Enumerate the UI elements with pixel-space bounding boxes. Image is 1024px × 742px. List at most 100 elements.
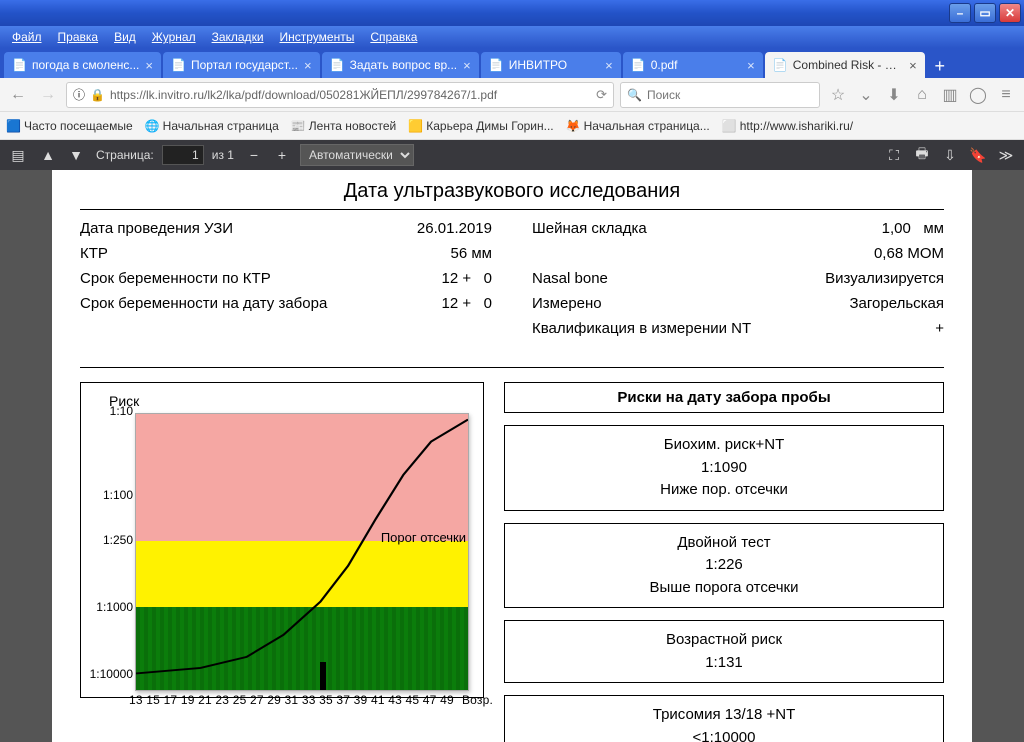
pdf-page: Дата ультразвукового исследования Дата п… [52,170,972,742]
age-marker [320,662,326,690]
y-tick: 1:250 [103,533,133,547]
pdf-viewport[interactable]: Дата ультразвукового исследования Дата п… [0,170,1024,742]
tab-label: ИНВИТРО [509,58,599,72]
maximize-button[interactable]: ▭ [974,3,996,23]
menu-edit[interactable]: Правка [50,30,107,44]
section-title: Дата ультразвукового исследования [80,170,944,209]
x-axis: 13 15 17 19 21 23 25 27 29 31 33 35 37 3… [129,693,459,707]
bookmark-favicon: 📰 [291,119,305,133]
bookmark-label: Лента новостей [309,119,397,133]
toolbar-icons: ☆ ⌄ ⬇ ⌂ ▥ ◯ ≡ [826,83,1018,107]
browser-menubar: Файл Правка Вид Журнал Закладки Инструме… [0,26,1024,48]
bookmark-item[interactable]: 🟨Карьера Димы Горин... [408,119,553,133]
y-tick: 1:1000 [96,600,133,614]
data-row: Дата проведения УЗИ26.01.2019 [80,216,492,241]
pdf-fullscreen-icon[interactable]: ⛶ [884,145,904,165]
forward-button[interactable]: → [36,83,60,107]
pocket-icon[interactable]: ⌄ [854,83,878,107]
tab-label: Combined Risk - 1.pdf [793,58,903,72]
info-icon[interactable]: ⓘ [73,86,85,103]
back-button[interactable]: ← [6,83,30,107]
y-tick: 1:100 [103,488,133,502]
tab[interactable]: 📄Портал государст...× [163,52,320,78]
data-key: Срок беременности на дату забора [80,295,442,312]
data-value: 12 + 0 [442,295,492,312]
data-value: 56 мм [451,245,492,262]
tab[interactable]: 📄погода в смоленс...× [4,52,161,78]
data-row: Nasal boneВизуализируется [532,266,944,291]
menu-bookmarks[interactable]: Закладки [204,30,272,44]
tab-close-icon[interactable]: × [747,58,755,73]
data-value: 12 + 0 [442,270,492,287]
bookmark-favicon: 🟦 [6,119,20,133]
bookmark-item[interactable]: 📰 Лента новостей [291,119,397,133]
data-key: КТР [80,245,451,262]
menu-file[interactable]: Файл [4,30,50,44]
pdf-zoom-in-icon[interactable]: + [272,145,292,165]
data-row: ИзмереноЗагорельская [532,291,944,316]
pdf-page-label: Страница: [96,148,154,162]
bookmarks-bar: 🟦Часто посещаемые 🌐Начальная страница 📰 Лен… [0,112,1024,140]
url-input[interactable] [110,88,591,102]
bookmark-favicon: 🌐 [145,119,159,133]
bookmark-item[interactable]: 🟦Часто посещаемые [6,119,133,133]
tab-close-icon[interactable]: × [304,58,312,73]
menu-tools[interactable]: Инструменты [272,30,363,44]
lock-icon: 🔒 [90,88,105,102]
tab-favicon: 📄 [631,58,645,72]
tab[interactable]: 📄 Combined Risk - 1.pdf × [765,52,925,78]
new-tab-button[interactable]: + [927,54,953,78]
pdf-zoom-select[interactable]: Автоматически [300,144,414,166]
tab[interactable]: 📄Задать вопрос вр...× [322,52,479,78]
menu-view[interactable]: Вид [106,30,144,44]
tab[interactable]: 📄0.pdf× [623,52,763,78]
tab-close-icon[interactable]: × [605,58,613,73]
pdf-more-icon[interactable]: ≫ [996,145,1016,165]
address-toolbar: ← → ⓘ 🔒 ⟳ 🔍 ☆ ⌄ ⬇ ⌂ ▥ ◯ ≡ [0,78,1024,112]
tab-favicon: 📄 [489,58,503,72]
pdf-page-input[interactable] [162,145,204,165]
pdf-download-icon[interactable]: ⇩ [940,145,960,165]
data-row: 0,68 MOM [532,241,944,266]
tab[interactable]: 📄 ИНВИТРО × [481,52,621,78]
data-key: Шейная складка [532,220,882,237]
menu-history[interactable]: Журнал [144,30,204,44]
shield-icon[interactable]: ◯ [966,83,990,107]
tab-favicon: 📄 [330,58,344,72]
x-axis-label: Возр. [462,693,493,707]
pdf-sidebar-icon[interactable]: ▤ [8,145,28,165]
data-value: 26.01.2019 [417,220,492,237]
tab-close-icon[interactable]: × [463,58,471,73]
bookmark-label: Начальная страница... [584,119,710,133]
risk-chart-container: Риск 1:101:1001:2501:10001:10000 Порог о… [80,382,484,742]
pdf-zoom-out-icon[interactable]: − [244,145,264,165]
bookmark-star-icon[interactable]: ☆ [826,83,850,107]
menu-help[interactable]: Справка [362,30,425,44]
minimize-button[interactable]: – [949,3,971,23]
data-key: Срок беременности по КТР [80,270,442,287]
bookmark-item[interactable]: 🌐Начальная страница [145,119,279,133]
pdf-bookmark-icon[interactable]: 🔖 [968,145,988,165]
pdf-page-down-icon[interactable]: ▼ [66,145,86,165]
bookmark-favicon: ⬜ [722,119,736,133]
home-icon[interactable]: ⌂ [910,83,934,107]
search-box: 🔍 [620,82,820,108]
reload-button[interactable]: ⟳ [596,87,607,103]
tab-close-icon[interactable]: × [909,58,917,73]
downloads-icon[interactable]: ⬇ [882,83,906,107]
data-row: Срок беременности на дату забора12 + 0 [80,291,492,316]
tab-favicon: 📄 [773,58,787,72]
pdf-page-up-icon[interactable]: ▲ [38,145,58,165]
bookmark-item[interactable]: 🦊Начальная страница... [566,119,710,133]
library-icon[interactable]: ▥ [938,83,962,107]
close-button[interactable]: ✕ [999,3,1021,23]
pdf-print-icon[interactable]: 🖶 [912,145,932,165]
url-box: ⓘ 🔒 ⟳ [66,82,614,108]
tab-close-icon[interactable]: × [145,58,153,73]
menu-icon[interactable]: ≡ [994,83,1018,107]
bookmark-item[interactable]: ⬜http://www.ishariki.ru/ [722,119,853,133]
tab-bar: 📄погода в смоленс...×📄Портал государст..… [0,48,1024,78]
y-tick: 1:10 [110,404,133,418]
search-input[interactable] [647,88,813,102]
risk-status: Ниже пор. отсечки [511,479,937,502]
